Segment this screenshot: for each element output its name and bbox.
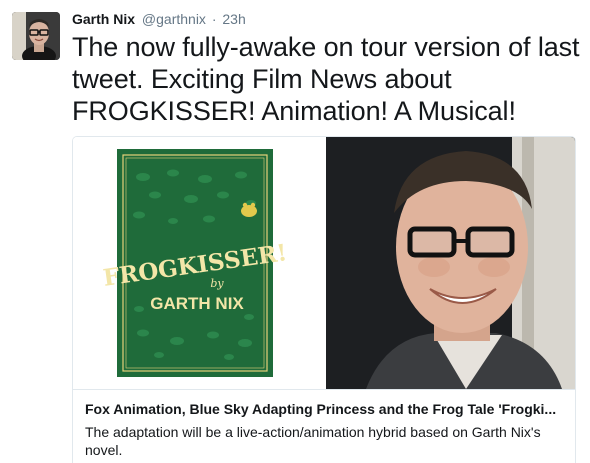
- card-text: Fox Animation, Blue Sky Adapting Princes…: [73, 389, 575, 459]
- book-cover-art: FROGKISSER! by GARTH NIX: [73, 137, 325, 389]
- tweet-text: The now fully-awake on tour version of l…: [72, 32, 580, 126]
- timestamp[interactable]: 23h: [222, 11, 245, 27]
- tweet-header: Garth Nix @garthnix · 23h: [72, 10, 246, 28]
- author-handle[interactable]: @garthnix: [142, 11, 206, 27]
- author-photo-art: [326, 137, 575, 389]
- book-cover-image: FROGKISSER! by GARTH NIX: [73, 137, 325, 389]
- author-name[interactable]: Garth Nix: [72, 11, 135, 27]
- svg-text:GARTH NIX: GARTH NIX: [150, 294, 244, 313]
- card-description: The adaptation will be a live-action/ani…: [85, 424, 541, 458]
- card-title[interactable]: Fox Animation, Blue Sky Adapting Princes…: [85, 400, 563, 418]
- separator-dot: ·: [211, 11, 217, 27]
- svg-text:by: by: [210, 277, 224, 290]
- tweet[interactable]: Garth Nix @garthnix · 23h The now fully-…: [0, 0, 590, 463]
- avatar-image: [12, 12, 60, 60]
- avatar[interactable]: [12, 12, 60, 60]
- author-photo: [326, 137, 575, 389]
- link-card[interactable]: FROGKISSER! by GARTH NIX Fox Animation, …: [72, 136, 576, 463]
